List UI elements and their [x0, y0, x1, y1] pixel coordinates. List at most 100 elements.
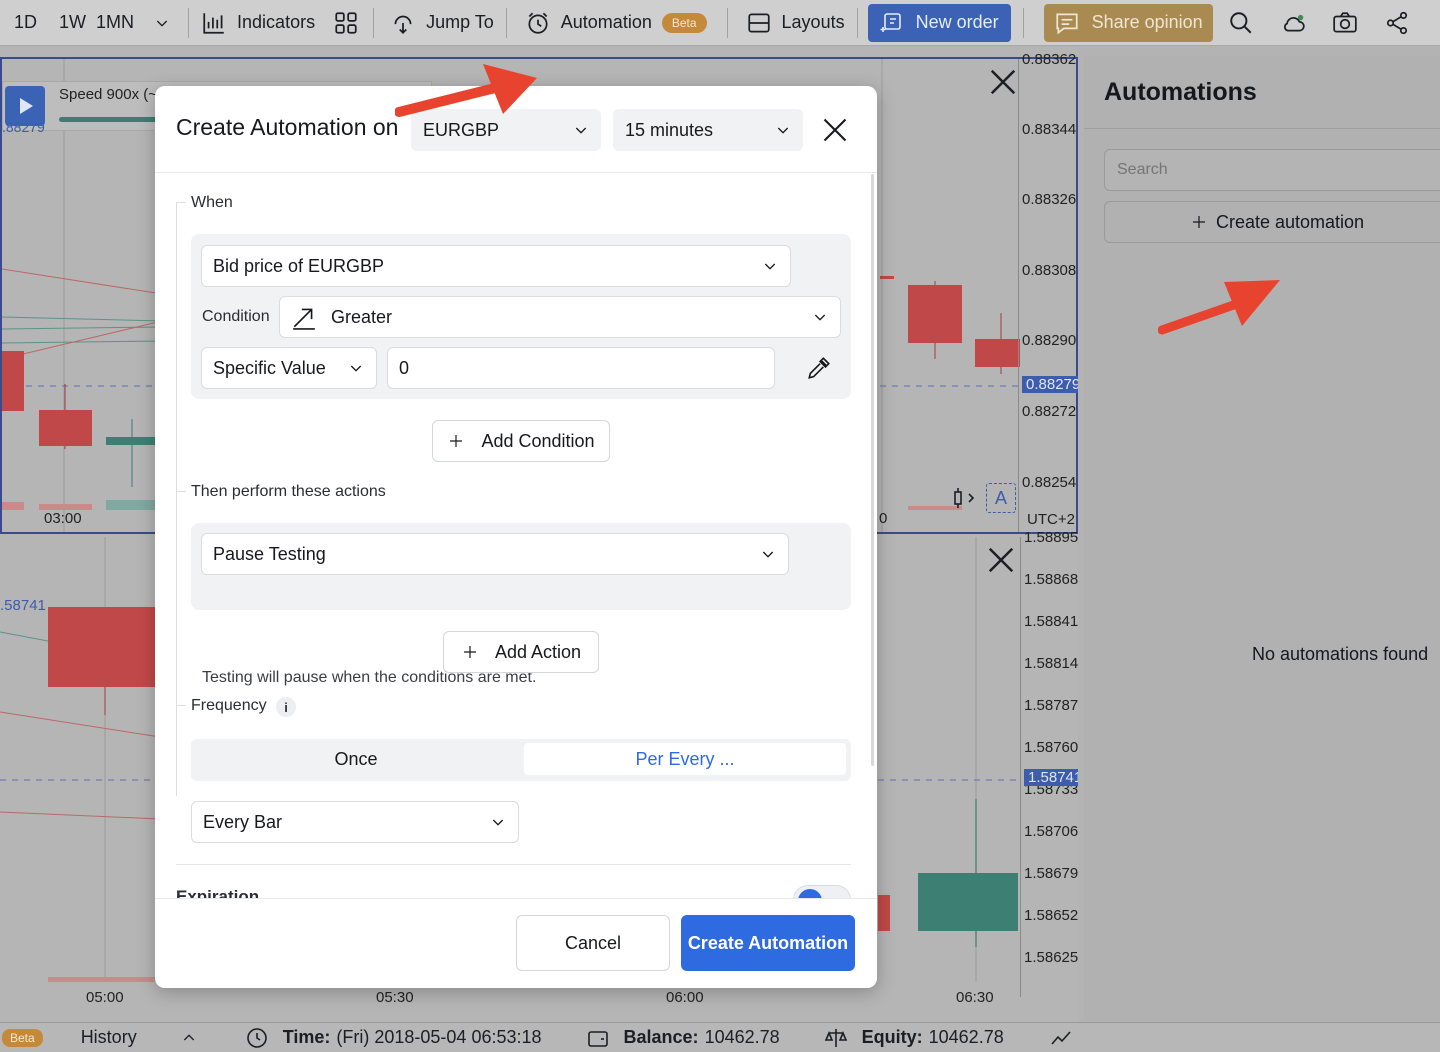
price-tick: 1.58895: [1024, 529, 1078, 546]
layouts-button[interactable]: Layouts: [732, 0, 853, 46]
time-axis[interactable]: 05:00 05:30 06:00 06:30: [0, 982, 1020, 1022]
scale-icon: [824, 1026, 848, 1050]
eyedropper-icon[interactable]: [806, 355, 832, 381]
layout-icon: [746, 10, 772, 36]
dialog-scrollbar[interactable]: [871, 174, 874, 766]
wallet-icon: [586, 1026, 610, 1050]
time-tick: 05:00: [86, 989, 124, 1006]
auto-scale-label: A: [995, 488, 1007, 509]
section-guide-line: [176, 202, 177, 796]
timeframe-1mn[interactable]: 1MN: [94, 0, 142, 46]
trend-up-icon: [291, 304, 317, 330]
condition-select[interactable]: Greater: [279, 296, 841, 338]
create-automation-button[interactable]: Create automation: [1104, 201, 1440, 243]
indicators-button[interactable]: Indicators: [193, 0, 323, 46]
close-pane-icon[interactable]: [988, 67, 1018, 97]
chevron-down-icon: [573, 122, 589, 138]
price-tick: 0.88308: [1022, 262, 1076, 279]
chart-type-toggle[interactable]: [946, 483, 982, 513]
equity-chart-button[interactable]: [1050, 1026, 1088, 1050]
share-opinion-button[interactable]: Share opinion: [1044, 4, 1213, 42]
add-condition-label: Add Condition: [481, 431, 594, 452]
chevron-down-icon: [775, 122, 791, 138]
auto-scale-button[interactable]: A: [986, 483, 1016, 513]
timeframe-1w[interactable]: 1W: [45, 0, 94, 46]
add-condition-button[interactable]: Add Condition: [432, 420, 610, 462]
timeframe-1d[interactable]: 1D: [0, 0, 45, 46]
history-label: History: [81, 1027, 137, 1048]
templates-button[interactable]: [323, 0, 369, 46]
top-toolbar: 1D 1W 1MN Indicators Jump To Automation …: [0, 0, 1440, 46]
chevron-down-icon: [812, 309, 828, 325]
price-tick: 1.58706: [1024, 823, 1078, 840]
price-axis-pane2[interactable]: 1.58895 1.58868 1.58841 1.58814 1.58787 …: [1020, 537, 1078, 997]
toggle-knob: [798, 889, 822, 898]
bar-chart-icon: [201, 10, 227, 36]
annotation-arrow-icon: [1158, 278, 1288, 348]
when-label: When: [191, 194, 241, 212]
timeframe-dropdown[interactable]: [142, 0, 184, 46]
close-icon[interactable]: [821, 116, 849, 144]
value-type-select[interactable]: Specific Value: [201, 347, 377, 389]
price-axis-pane1[interactable]: 0.88362 0.88344 0.88326 0.88308 0.88290 …: [1018, 59, 1076, 532]
every-bar-value: Every Bar: [203, 812, 282, 833]
history-tab[interactable]: History: [81, 1027, 143, 1048]
frequency-once-option[interactable]: Once: [195, 743, 517, 775]
frequency-info-icon[interactable]: i: [276, 697, 296, 717]
cancel-button[interactable]: Cancel: [516, 915, 670, 971]
price-source-select[interactable]: Bid price of EURGBP: [201, 245, 791, 287]
jump-to-button[interactable]: Jump To: [378, 0, 502, 46]
price-tick: 1.58814: [1024, 655, 1078, 672]
section-guide-line: [176, 491, 186, 492]
history-toggle[interactable]: [181, 1030, 211, 1046]
cloud-sync-button[interactable]: [1267, 0, 1319, 46]
expiration-label: Expiration: [176, 887, 267, 898]
price-tick: 1.58787: [1024, 697, 1078, 714]
actions-label: Then perform these actions: [191, 483, 394, 501]
add-action-button[interactable]: Add Action: [443, 631, 599, 673]
close-pane-icon[interactable]: [986, 545, 1016, 575]
screenshot-button[interactable]: [1319, 0, 1371, 46]
dialog-body[interactable]: When Bid price of EURGBP Condition Great…: [155, 174, 877, 898]
automation-button[interactable]: Automation Beta: [511, 0, 715, 46]
new-order-button[interactable]: New order: [868, 4, 1011, 42]
chevron-down-icon: [348, 360, 364, 376]
grid-icon: [333, 10, 359, 36]
action-select[interactable]: Pause Testing: [201, 533, 789, 575]
toolbar-divider: [188, 8, 189, 38]
pane1-left-price: .88279: [2, 119, 45, 135]
line-chart-icon: [1050, 1026, 1074, 1050]
toolbar-divider: [1023, 8, 1024, 38]
price-tick: 0.88254: [1022, 474, 1076, 491]
automation-search-input[interactable]: [1104, 149, 1440, 191]
share-button[interactable]: [1371, 0, 1423, 46]
time-value: (Fri) 2018-05-04 06:53:18: [336, 1027, 541, 1048]
equity-display: Equity: 10462.78: [824, 1026, 1004, 1050]
frequency-per-every-option[interactable]: Per Every ...: [524, 743, 846, 775]
equity-value: 10462.78: [929, 1027, 1004, 1048]
share-icon: [1384, 10, 1410, 36]
equity-label: Equity:: [862, 1027, 923, 1048]
toolbar-divider: [857, 8, 858, 38]
every-bar-select[interactable]: Every Bar: [191, 801, 519, 843]
price-source-value: Bid price of EURGBP: [213, 256, 384, 277]
cloud-icon: [1280, 10, 1306, 36]
frequency-once-label: Once: [334, 749, 377, 770]
timeframe-1mn-label: 1MN: [96, 12, 134, 33]
timeframe-1w-label: 1W: [59, 12, 86, 33]
value-type-value: Specific Value: [213, 358, 326, 379]
plus-icon: [1190, 213, 1208, 231]
search-icon: [1228, 10, 1254, 36]
timezone-label: UTC+2: [1027, 511, 1075, 528]
speed-slider[interactable]: [59, 117, 169, 122]
jump-icon: [390, 10, 416, 36]
interval-select[interactable]: 15 minutes: [613, 109, 803, 151]
section-guide-line: [176, 705, 186, 706]
search-button[interactable]: [1215, 0, 1267, 46]
automations-title: Automations: [1104, 78, 1257, 107]
toolbar-divider: [506, 8, 507, 38]
condition-value-input[interactable]: 0: [387, 347, 775, 389]
expiration-toggle[interactable]: [793, 885, 851, 898]
create-automation-submit-button[interactable]: Create Automation: [681, 915, 855, 971]
chevron-down-icon: [762, 258, 778, 274]
